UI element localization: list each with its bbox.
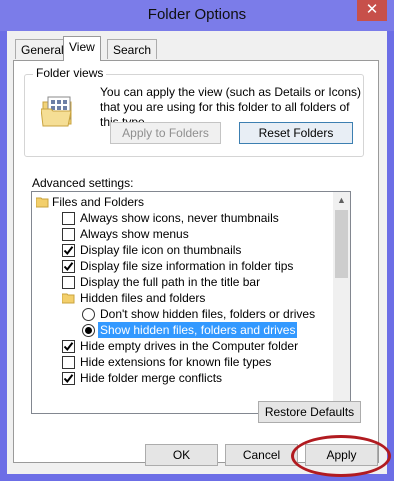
checkbox-display-file-size[interactable]: [62, 260, 75, 273]
tree-label: Files and Folders: [52, 195, 145, 209]
folder-views-label: Folder views: [33, 66, 107, 80]
tree-label: Don't show hidden files, folders or driv…: [100, 307, 316, 321]
folder-view-icon: [41, 96, 72, 127]
advanced-settings-tree[interactable]: Files and Folders Always show icons, nev…: [31, 191, 351, 414]
folder-icon: [36, 197, 49, 208]
tree-label-selected: Show hidden files, folders and drives: [98, 322, 298, 338]
radio-dont-show-hidden[interactable]: [82, 308, 95, 321]
check-mark-icon: [63, 374, 74, 384]
reset-folders-button[interactable]: Reset Folders: [239, 122, 353, 144]
folder-icon: [62, 293, 75, 304]
tree-label: Display file icon on thumbnails: [80, 243, 242, 257]
scroll-thumb[interactable]: [335, 210, 348, 278]
dialog-body: General View Search Folder views You can…: [7, 31, 387, 474]
tree-label: Display file size information in folder …: [80, 259, 294, 273]
tree-label: Hide folder merge conflicts: [80, 371, 223, 385]
checkbox-hide-empty-drives[interactable]: [62, 340, 75, 353]
tree-label: Display the full path in the title bar: [80, 275, 261, 289]
checkbox-always-show-menus[interactable]: [62, 228, 75, 241]
folder-views-group: Folder views You can apply the view (suc…: [24, 66, 364, 157]
cancel-button[interactable]: Cancel: [225, 444, 298, 466]
window-title: Folder Options: [147, 6, 247, 23]
checkbox-display-file-icon[interactable]: [62, 244, 75, 257]
tree-label: Always show icons, never thumbnails: [80, 211, 279, 225]
highlight-annotation-ring: [291, 435, 391, 477]
radio-show-hidden[interactable]: [82, 324, 95, 337]
tree-label: Hide extensions for known file types: [80, 355, 272, 369]
scroll-up-icon[interactable]: ▲: [333, 192, 350, 209]
restore-defaults-button[interactable]: Restore Defaults: [258, 401, 361, 423]
tab-general[interactable]: General: [15, 39, 70, 59]
title-bar: Folder Options ✕: [0, 0, 394, 31]
advanced-settings-label: Advanced settings:: [32, 176, 134, 190]
checkbox-hide-merge-conflicts[interactable]: [62, 372, 75, 385]
tab-search[interactable]: Search: [107, 39, 158, 59]
checkbox-display-full-path[interactable]: [62, 276, 75, 289]
close-button[interactable]: ✕: [357, 0, 387, 21]
check-mark-icon: [63, 262, 74, 272]
vertical-scrollbar[interactable]: ▲ ▼: [333, 192, 350, 413]
apply-to-folders-button[interactable]: Apply to Folders: [110, 122, 221, 144]
ok-button[interactable]: OK: [145, 444, 218, 466]
tab-view[interactable]: View: [63, 36, 101, 61]
checkbox-always-show-icons[interactable]: [62, 212, 75, 225]
checkbox-hide-extensions[interactable]: [62, 356, 75, 369]
tree-label: Always show menus: [80, 227, 189, 241]
tree-label: Hide empty drives in the Computer folder: [80, 339, 299, 353]
check-mark-icon: [63, 342, 74, 352]
tree-label: Hidden files and folders: [80, 291, 206, 305]
check-mark-icon: [63, 246, 74, 256]
